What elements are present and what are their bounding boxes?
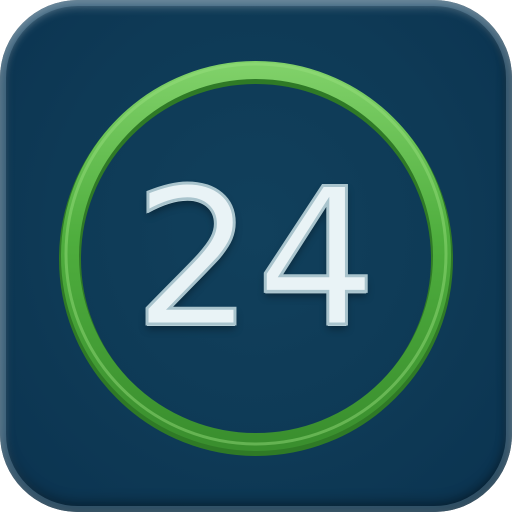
badge-number: 24 <box>132 148 379 369</box>
app-icon-tile[interactable]: 24 <box>0 0 512 512</box>
